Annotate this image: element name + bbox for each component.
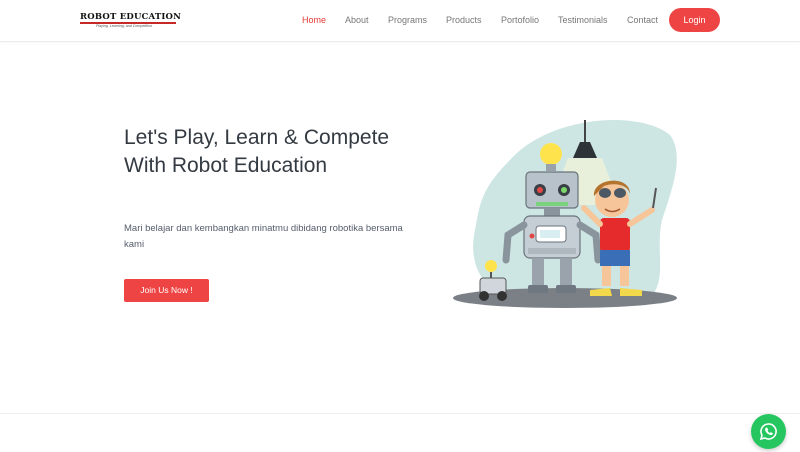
whatsapp-icon xyxy=(759,423,777,441)
logo-tagline: Playing, Learning, and Competition xyxy=(96,24,152,28)
nav-home[interactable]: Home xyxy=(302,14,326,26)
nav-testimonials[interactable]: Testimonials xyxy=(558,14,608,26)
lightbulb-icon xyxy=(540,143,562,165)
nav-portofolio[interactable]: Portofolio xyxy=(501,14,539,26)
login-button[interactable]: Login xyxy=(669,8,720,32)
nav-programs[interactable]: Programs xyxy=(388,14,427,26)
nav-products[interactable]: Products xyxy=(446,14,482,26)
section-divider xyxy=(0,413,800,414)
site-header: ROBOT EDUCATION Playing, Learning, and C… xyxy=(0,0,800,42)
nav-contact[interactable]: Contact xyxy=(627,14,658,26)
join-us-button[interactable]: Join Us Now ! xyxy=(124,279,209,302)
logo[interactable]: ROBOT EDUCATION Playing, Learning, and C… xyxy=(80,12,181,30)
nav-about[interactable]: About xyxy=(345,14,369,26)
hero-subtitle: Mari belajar dan kembangkan minatmu dibi… xyxy=(124,223,403,250)
whatsapp-button[interactable] xyxy=(751,414,786,449)
hero-illustration xyxy=(440,110,690,315)
kid-shirt xyxy=(600,218,630,252)
hero-title: Let's Play, Learn & Compete With Robot E… xyxy=(124,126,390,177)
robot-and-kid-illustration xyxy=(453,120,677,308)
